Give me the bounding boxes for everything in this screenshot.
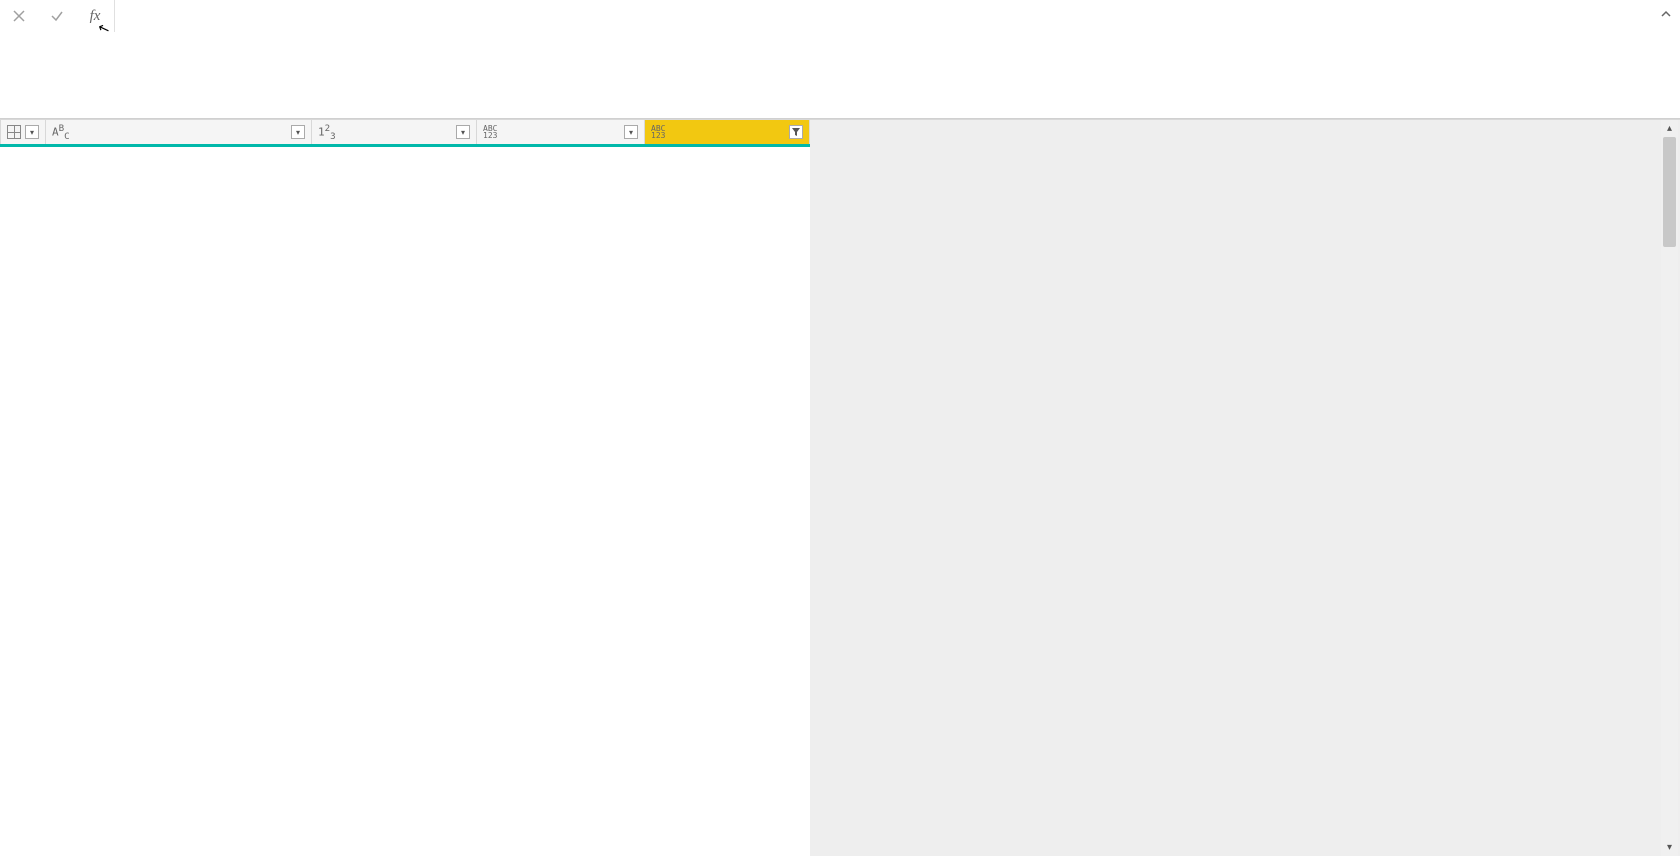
- header-filter-dropdown[interactable]: ▾: [624, 125, 638, 139]
- table-corner[interactable]: ▾: [1, 120, 46, 146]
- temp-filter-dropdown[interactable]: [789, 125, 803, 139]
- text-type-icon: ABC: [52, 123, 70, 142]
- empty-grid-area: ▴ ▾: [810, 119, 1680, 856]
- column-header-header[interactable]: ABC123 ▾: [477, 120, 645, 146]
- column-header-index[interactable]: 123 ▾: [312, 120, 477, 146]
- vertical-scrollbar[interactable]: ▴ ▾: [1661, 120, 1678, 856]
- table-menu-dropdown[interactable]: ▾: [25, 125, 39, 139]
- expand-formula-button[interactable]: [1652, 0, 1680, 28]
- scroll-down-button[interactable]: ▾: [1661, 839, 1678, 856]
- number-type-icon: 123: [318, 123, 336, 142]
- confirm-button[interactable]: [44, 3, 70, 29]
- table-icon: [7, 125, 21, 139]
- column-header-column1[interactable]: ABC ▾: [46, 120, 312, 146]
- cancel-button[interactable]: [6, 3, 32, 29]
- scroll-up-button[interactable]: ▴: [1661, 120, 1678, 137]
- scroll-thumb[interactable]: [1663, 137, 1676, 247]
- scroll--track[interactable]: [1661, 137, 1678, 839]
- grid-area: ▾ ABC ▾ 123 ▾: [0, 119, 1680, 856]
- any-type-icon: ABC123: [651, 125, 665, 139]
- formula-controls: fx: [0, 0, 115, 32]
- formula-bar: fx: [0, 0, 1680, 119]
- any-type-icon: ABC123: [483, 125, 497, 139]
- column-header-temp[interactable]: ABC123: [645, 120, 810, 146]
- formula-input[interactable]: [115, 0, 1652, 60]
- grid-scroll: ▾ ABC ▾ 123 ▾: [0, 119, 810, 856]
- index-filter-dropdown[interactable]: ▾: [456, 125, 470, 139]
- fx-button[interactable]: fx: [82, 3, 108, 29]
- column1-filter-dropdown[interactable]: ▾: [291, 125, 305, 139]
- data-table: ▾ ABC ▾ 123 ▾: [0, 119, 810, 147]
